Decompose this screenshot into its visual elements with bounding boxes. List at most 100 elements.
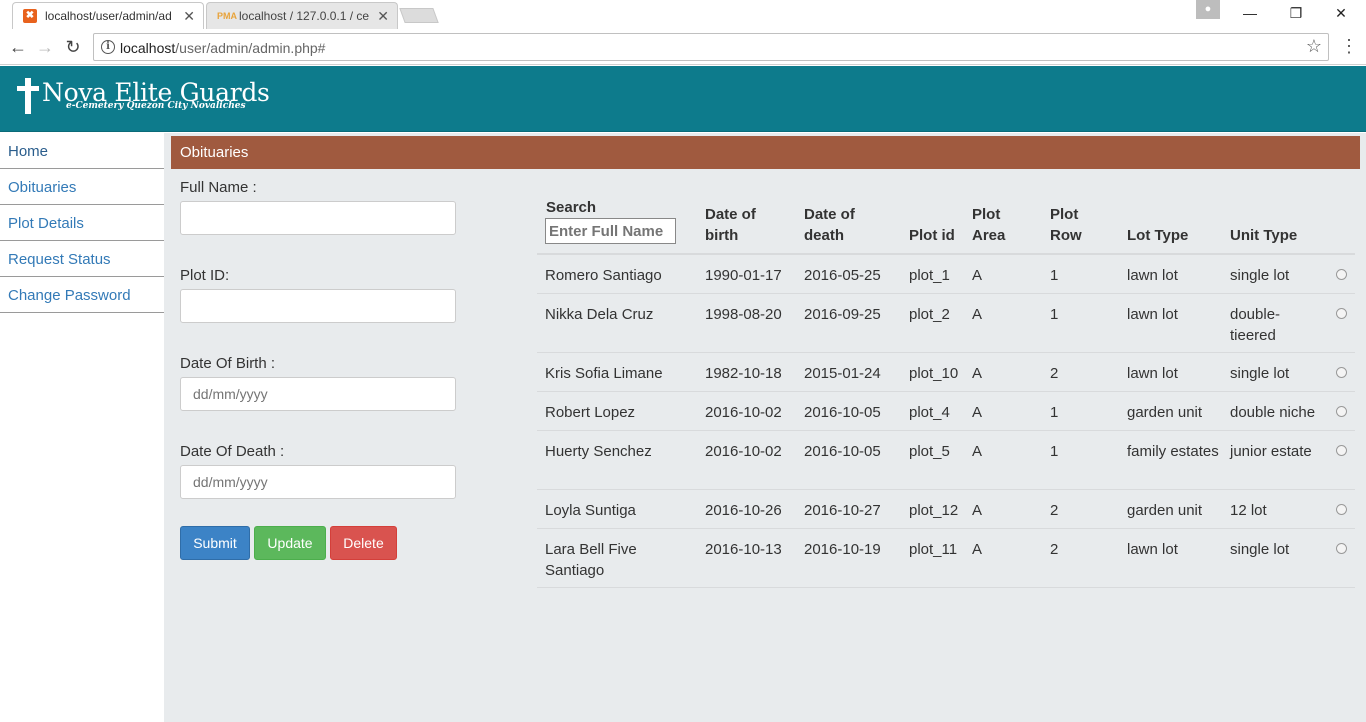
cell-dod: 2015-01-24 bbox=[804, 365, 881, 382]
cell-plot-area: A bbox=[972, 404, 983, 421]
info-icon[interactable]: i bbox=[101, 40, 115, 54]
reload-icon[interactable]: ↻ bbox=[61, 35, 85, 59]
browser-menu-icon[interactable]: ⋮ bbox=[1340, 35, 1358, 59]
search-input[interactable] bbox=[545, 218, 676, 244]
cell-lot-type: lawn lot bbox=[1127, 267, 1178, 284]
tab-title: localhost / 127.0.0.1 / ce bbox=[239, 9, 370, 23]
bookmark-star-icon[interactable]: ☆ bbox=[1306, 36, 1322, 57]
header-unit-type: Unit Type bbox=[1230, 227, 1298, 244]
cell-unit-type: single lot bbox=[1230, 267, 1290, 284]
tab-close-icon[interactable]: ✕ bbox=[183, 8, 195, 25]
cell-lot-type: lawn lot bbox=[1127, 541, 1178, 558]
update-button[interactable]: Update bbox=[254, 526, 326, 560]
cell-name: Romero Santiago bbox=[545, 267, 662, 284]
close-window-button[interactable]: ✕ bbox=[1318, 0, 1364, 29]
row-select-radio[interactable] bbox=[1336, 445, 1347, 456]
browser-toolbar: ← → ↻ i localhost/user/admin/admin.php# … bbox=[0, 29, 1366, 65]
cell-dob: 1998-08-20 bbox=[705, 306, 782, 323]
cell-dob: 2016-10-13 bbox=[705, 541, 782, 558]
full-name-input[interactable] bbox=[180, 201, 456, 235]
minimize-button[interactable]: — bbox=[1227, 0, 1273, 29]
site-header: Nova Elite Guards e-Cemetery Quezon City… bbox=[0, 66, 1366, 132]
table-row[interactable]: Nikka Dela Cruz 1998-08-20 2016-09-25 pl… bbox=[537, 294, 1355, 353]
cell-unit-type: double niche bbox=[1230, 404, 1316, 421]
table-row[interactable]: Robert Lopez 2016-10-02 2016-10-05 plot_… bbox=[537, 392, 1355, 431]
table-row[interactable]: Huerty Senchez 2016-10-02 2016-10-05 plo… bbox=[537, 431, 1355, 490]
cell-plot-area: A bbox=[972, 502, 983, 519]
table-header: Search Date of birth Date of death Plot id… bbox=[537, 190, 1355, 255]
restore-button[interactable]: ❐ bbox=[1273, 0, 1319, 29]
obituaries-table: Search Date of birth Date of death Plot id… bbox=[537, 190, 1355, 588]
url-text[interactable]: localhost/user/admin/admin.php# bbox=[120, 40, 325, 56]
sidebar-item-change-password[interactable]: Change Password bbox=[0, 277, 164, 313]
table-row[interactable]: Loyla Suntiga 2016-10-26 2016-10-27 plot… bbox=[537, 490, 1355, 529]
cell-dob: 1982-10-18 bbox=[705, 365, 782, 382]
table-row[interactable]: Lara Bell Five Santiago 2016-10-13 2016-… bbox=[537, 529, 1355, 588]
sidebar: Home Obituaries Plot Details Request Sta… bbox=[0, 133, 164, 722]
xampp-icon: ✖ bbox=[23, 9, 37, 23]
cell-name: Loyla Suntiga bbox=[545, 502, 636, 519]
row-select-radio[interactable] bbox=[1336, 543, 1347, 554]
cell-dod: 2016-09-25 bbox=[804, 306, 881, 323]
tab-close-icon[interactable]: ✕ bbox=[377, 8, 389, 25]
cell-plot-id: plot_4 bbox=[909, 404, 950, 421]
row-select-radio[interactable] bbox=[1336, 504, 1347, 515]
cell-name: Kris Sofia Limane bbox=[545, 365, 663, 382]
header-dod: Date of death bbox=[804, 204, 855, 246]
header-text: Row bbox=[1050, 227, 1082, 244]
tab-title: localhost/user/admin/ad bbox=[45, 9, 172, 23]
cell-unit-type: junior estate bbox=[1230, 443, 1312, 460]
back-arrow-icon[interactable]: ← bbox=[6, 35, 30, 59]
submit-button[interactable]: Submit bbox=[180, 526, 250, 560]
cell-unit-type: 12 lot bbox=[1230, 502, 1267, 519]
delete-button[interactable]: Delete bbox=[330, 526, 397, 560]
header-text: death bbox=[804, 227, 845, 244]
cell-unit-type: double-tieered bbox=[1230, 306, 1281, 344]
cell-plot-id: plot_2 bbox=[909, 306, 950, 323]
cell-lot-type: lawn lot bbox=[1127, 306, 1178, 323]
cell-plot-area: A bbox=[972, 443, 983, 460]
row-select-radio[interactable] bbox=[1336, 406, 1347, 417]
header-text: birth bbox=[705, 227, 739, 244]
sidebar-item-request-status[interactable]: Request Status bbox=[0, 241, 164, 277]
cell-plot-row: 1 bbox=[1050, 306, 1059, 323]
sidebar-item-obituaries[interactable]: Obituaries bbox=[0, 169, 164, 205]
site-subtitle: e-Cemetery Quezon City Novaliches bbox=[66, 101, 246, 111]
new-tab-button[interactable] bbox=[399, 8, 439, 23]
forward-arrow-icon[interactable]: → bbox=[33, 35, 57, 59]
cell-plot-row: 2 bbox=[1050, 502, 1059, 519]
cell-name: Nikka Dela Cruz bbox=[545, 306, 654, 323]
cell-dob: 2016-10-02 bbox=[705, 404, 782, 421]
cell-plot-row: 1 bbox=[1050, 267, 1059, 284]
profile-icon[interactable]: ● bbox=[1196, 0, 1220, 19]
cell-name: Lara Bell Five Santiago bbox=[545, 541, 637, 579]
cell-dod: 2016-05-25 bbox=[804, 267, 881, 284]
row-select-radio[interactable] bbox=[1336, 269, 1347, 280]
browser-tab-phpmyadmin[interactable]: PMA localhost / 127.0.0.1 / ce ✕ bbox=[206, 2, 398, 29]
url-host: localhost bbox=[120, 40, 176, 56]
browser-tab-admin[interactable]: ✖ localhost/user/admin/ad ✕ bbox=[12, 2, 204, 29]
cell-unit-type: single lot bbox=[1230, 365, 1290, 382]
header-dob: Date of birth bbox=[705, 204, 756, 246]
row-select-radio[interactable] bbox=[1336, 367, 1347, 378]
cell-plot-id: plot_10 bbox=[909, 365, 959, 382]
table-row[interactable]: Romero Santiago 1990-01-17 2016-05-25 pl… bbox=[537, 255, 1355, 294]
pma-icon: PMA bbox=[217, 11, 237, 21]
cell-dob: 1990-01-17 bbox=[705, 267, 782, 284]
cell-lot-type: family estates bbox=[1127, 443, 1219, 460]
cell-dod: 2016-10-19 bbox=[804, 541, 881, 558]
table-row[interactable]: Kris Sofia Limane 1982-10-18 2015-01-24 … bbox=[537, 353, 1355, 392]
address-bar[interactable]: i localhost/user/admin/admin.php# ☆ bbox=[93, 33, 1329, 61]
dob-input[interactable] bbox=[180, 377, 456, 411]
main-content: Obituaries Full Name : Plot ID: Date Of … bbox=[164, 133, 1366, 722]
row-select-radio[interactable] bbox=[1336, 308, 1347, 319]
sidebar-item-home[interactable]: Home bbox=[0, 133, 164, 169]
header-plot-id: Plot id bbox=[909, 227, 955, 244]
dod-input[interactable] bbox=[180, 465, 456, 499]
plot-id-input[interactable] bbox=[180, 289, 456, 323]
cell-name: Robert Lopez bbox=[545, 404, 636, 421]
sidebar-item-plot-details[interactable]: Plot Details bbox=[0, 205, 164, 241]
cell-dod: 2016-10-05 bbox=[804, 443, 881, 460]
cell-plot-area: A bbox=[972, 306, 983, 323]
url-path: /user/admin/admin.php# bbox=[175, 40, 326, 56]
